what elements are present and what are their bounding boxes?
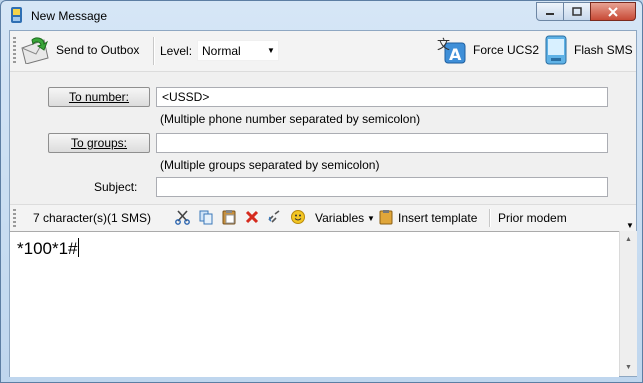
text-caret	[77, 238, 79, 257]
window-controls	[536, 2, 636, 21]
subject-input[interactable]	[156, 177, 608, 197]
toolbar-grip[interactable]	[13, 37, 16, 64]
app-icon	[11, 7, 22, 23]
subject-label: Subject:	[94, 180, 138, 194]
cut-icon[interactable]	[175, 209, 191, 225]
to-groups-input[interactable]	[156, 133, 608, 153]
to-groups-button-label: To groups:	[70, 136, 128, 150]
flash-sms-button[interactable]: Flash SMS	[544, 35, 633, 65]
level-label: Level:	[160, 44, 193, 58]
to-number-input[interactable]: <USSD>	[156, 87, 608, 107]
close-icon	[608, 6, 618, 17]
maximize-icon	[572, 7, 582, 16]
vertical-scrollbar[interactable]: ▲ ▼	[619, 231, 637, 376]
window-title: New Message	[31, 9, 108, 23]
copy-icon[interactable]	[198, 209, 214, 225]
to-groups-button[interactable]: To groups:	[48, 133, 150, 153]
title-bar[interactable]: New Message	[1, 1, 642, 28]
client-area: Send to Outbox Level: Normal ▼ A 文 Force…	[9, 30, 637, 377]
to-number-hint: (Multiple phone number separated by semi…	[160, 112, 421, 126]
phone-icon	[545, 35, 567, 65]
insert-template-button[interactable]: Insert template	[398, 211, 477, 225]
recipient-form: To number: <USSD> (Multiple phone number…	[10, 72, 636, 204]
link-icon[interactable]	[266, 209, 282, 225]
toolbar-separator	[153, 37, 155, 65]
to-number-button[interactable]: To number:	[48, 87, 150, 107]
variables-dropdown-arrow-icon[interactable]: ▼	[367, 214, 375, 223]
smiley-icon[interactable]	[290, 209, 306, 225]
message-editor[interactable]: *100*1#	[10, 231, 619, 377]
template-icon	[379, 210, 393, 225]
toolbar-separator	[489, 209, 491, 227]
character-count: 7 character(s)(1 SMS)	[33, 211, 152, 225]
dropdown-arrow-icon: ▼	[267, 46, 275, 55]
send-to-outbox-label: Send to Outbox	[56, 43, 140, 57]
force-ucs2-label: Force UCS2	[473, 43, 540, 57]
send-to-outbox-button[interactable]: Send to Outbox	[20, 36, 139, 64]
delete-icon[interactable]	[244, 209, 260, 225]
new-message-window: New Message Send to Outbox Level: Normal…	[0, 0, 643, 383]
flash-sms-label: Flash SMS	[574, 43, 633, 57]
minimize-icon	[546, 12, 554, 15]
maximize-button[interactable]	[564, 2, 590, 21]
translate-icon: A 文	[437, 38, 466, 64]
toolbar-grip[interactable]	[13, 209, 16, 227]
paste-icon[interactable]	[221, 209, 237, 225]
minimize-button[interactable]	[536, 2, 564, 21]
editor-toolbar: 7 character(s)(1 SMS) Variables ▼ Insert…	[10, 204, 636, 232]
toolbar-overflow-icon[interactable]: ▼	[625, 221, 635, 231]
prior-modem-button[interactable]: Prior modem	[498, 211, 567, 225]
force-ucs2-button[interactable]: A 文 Force UCS2	[435, 36, 539, 64]
to-groups-hint: (Multiple groups separated by semicolon)	[160, 158, 380, 172]
variables-menu[interactable]: Variables	[315, 211, 364, 225]
close-button[interactable]	[590, 2, 636, 21]
to-number-button-label: To number:	[68, 90, 130, 104]
scroll-up-icon[interactable]: ▲	[620, 231, 637, 248]
main-toolbar: Send to Outbox Level: Normal ▼ A 文 Force…	[10, 31, 636, 72]
svg-text:文: 文	[437, 38, 450, 53]
message-body-text: *100*1#	[17, 238, 79, 259]
envelope-send-icon	[21, 37, 49, 64]
svg-text:A: A	[449, 45, 462, 64]
level-dropdown[interactable]: Normal ▼	[197, 40, 279, 61]
level-value: Normal	[202, 43, 241, 58]
message-body: *100*1#	[17, 239, 78, 258]
scroll-down-icon[interactable]: ▼	[620, 359, 637, 376]
